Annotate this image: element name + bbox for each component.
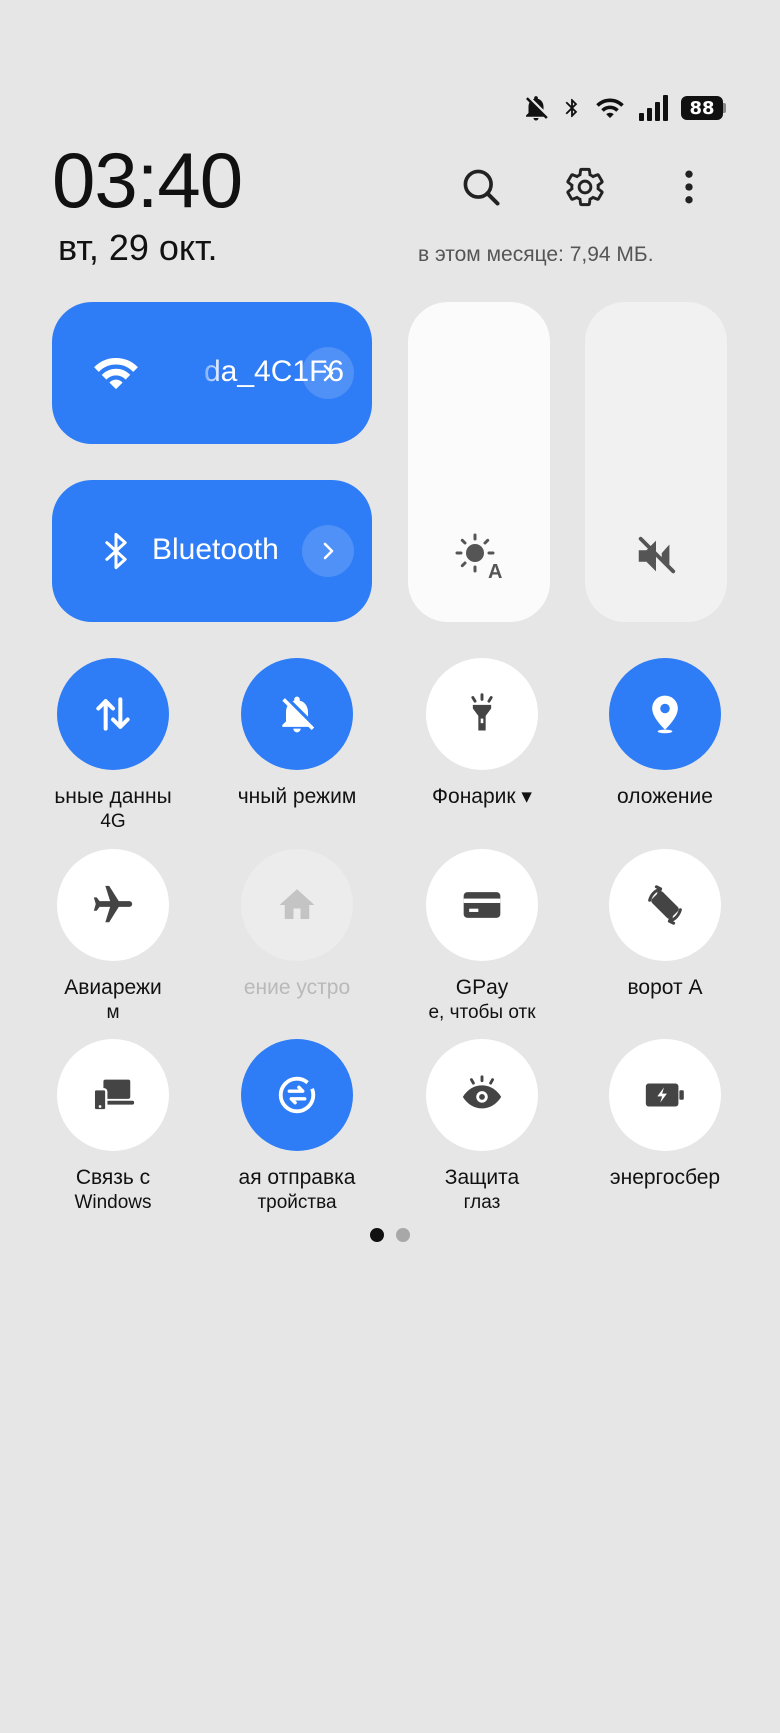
auto-rotate-icon <box>648 885 682 925</box>
toggle-sublabel: Windows <box>74 1192 152 1213</box>
toggle-label: Связь с <box>75 1166 151 1189</box>
toggle-nearby-share[interactable]: ая отправка тройства <box>212 1039 382 1216</box>
location-button[interactable] <box>609 658 721 770</box>
link-windows-icon <box>92 1079 135 1112</box>
silent-mode-button[interactable] <box>241 658 353 770</box>
toggle-location[interactable]: оложение <box>580 658 750 809</box>
eye-icon <box>462 1075 502 1109</box>
toggle-sublabel: 4G <box>100 811 126 832</box>
toggle-sublabel: глаз <box>463 1192 501 1213</box>
link-windows-button[interactable] <box>57 1039 169 1151</box>
toggle-airplane-mode[interactable]: Авиарежи м <box>28 849 198 1026</box>
card-icon <box>463 892 501 918</box>
location-icon <box>652 695 678 734</box>
toggle-eye-protection[interactable]: Защита глаз <box>397 1039 567 1216</box>
toggle-auto-rotate[interactable]: ворот А <box>580 849 750 1000</box>
wifi-icon <box>596 98 624 118</box>
bluetooth-icon <box>84 519 148 583</box>
brightness-slider[interactable]: A <box>408 302 550 622</box>
battery-icon: 88 <box>681 96 726 120</box>
auto-rotate-button[interactable] <box>609 849 721 961</box>
toggle-device-control[interactable]: ение устро <box>212 849 382 1000</box>
battery-saver-button[interactable] <box>609 1039 721 1151</box>
toggle-sublabel: м <box>106 1002 120 1023</box>
toggle-label: Защита <box>444 1166 520 1189</box>
toggle-battery-saver[interactable]: энергосбер <box>580 1039 750 1190</box>
wifi-tile[interactable]: da_4C1F6 <box>52 302 372 444</box>
svg-text:A: A <box>488 561 502 581</box>
toggle-link-windows[interactable]: Связь с Windows <box>28 1039 198 1216</box>
status-bar: 88 <box>521 88 726 128</box>
bell-off-icon <box>282 696 315 733</box>
chevron-right-icon <box>323 542 334 560</box>
bluetooth-chevron-button[interactable] <box>302 525 354 577</box>
airplane-mode-button[interactable] <box>57 849 169 961</box>
bluetooth-icon <box>565 98 578 118</box>
battery-saver-icon <box>645 1083 684 1107</box>
wifi-icon <box>84 341 148 405</box>
gear-icon[interactable] <box>560 162 610 212</box>
airplane-icon <box>93 885 133 923</box>
signal-icon <box>639 95 668 121</box>
toggle-sublabel: е, чтобы отк <box>428 1002 536 1023</box>
toggle-label: ьные данны <box>54 785 172 808</box>
toggle-label: ворот А <box>627 976 703 999</box>
toggle-mobile-data[interactable]: ьные данны 4G <box>28 658 198 835</box>
wifi-chevron-button[interactable] <box>302 347 354 399</box>
clock: 03:40 <box>52 136 243 224</box>
page-dot[interactable] <box>396 1228 410 1242</box>
toggle-label: оложение <box>617 785 713 808</box>
home-icon <box>279 889 315 919</box>
mobile-data-icon <box>96 697 130 731</box>
eye-protection-button[interactable] <box>426 1039 538 1151</box>
toggle-silent-mode[interactable]: чный режим <box>212 658 382 809</box>
toggle-label: Фонарик ▾ <box>432 785 532 808</box>
bell-off-icon <box>526 96 548 121</box>
nearby-share-button[interactable] <box>241 1039 353 1151</box>
page-dot-active[interactable] <box>370 1228 384 1242</box>
flashlight-button[interactable] <box>426 658 538 770</box>
mobile-data-button[interactable] <box>57 658 169 770</box>
auto-brightness-icon: A <box>449 526 509 586</box>
page-indicator <box>370 1228 410 1242</box>
toggle-label: ая отправка <box>238 1166 356 1189</box>
search-icon[interactable] <box>456 162 506 212</box>
toggle-label: ение устро <box>243 976 351 999</box>
toggle-label: Авиарежи <box>64 976 162 999</box>
nearby-share-icon <box>278 1076 316 1114</box>
volume-slider[interactable] <box>585 302 727 622</box>
toggle-label: чный режим <box>237 785 357 808</box>
volume-mute-icon <box>626 526 686 586</box>
flashlight-icon <box>471 693 493 731</box>
battery-level: 88 <box>681 96 723 120</box>
bluetooth-tile[interactable]: Bluetooth <box>52 480 372 622</box>
gpay-button[interactable] <box>426 849 538 961</box>
toggle-flashlight[interactable]: Фонарик ▾ <box>397 658 567 809</box>
toggle-gpay[interactable]: GPay е, чтобы отк <box>397 849 567 1026</box>
data-usage-text: в этом месяце: 7,94 МБ. <box>418 243 654 266</box>
device-control-button[interactable] <box>241 849 353 961</box>
chevron-right-icon <box>323 364 334 382</box>
more-vert-icon[interactable] <box>664 162 714 212</box>
toggle-label: GPay <box>455 976 509 999</box>
date: вт, 29 окт. <box>58 227 218 268</box>
toggle-sublabel: тройства <box>257 1192 337 1213</box>
toggle-label: энергосбер <box>609 1166 721 1189</box>
